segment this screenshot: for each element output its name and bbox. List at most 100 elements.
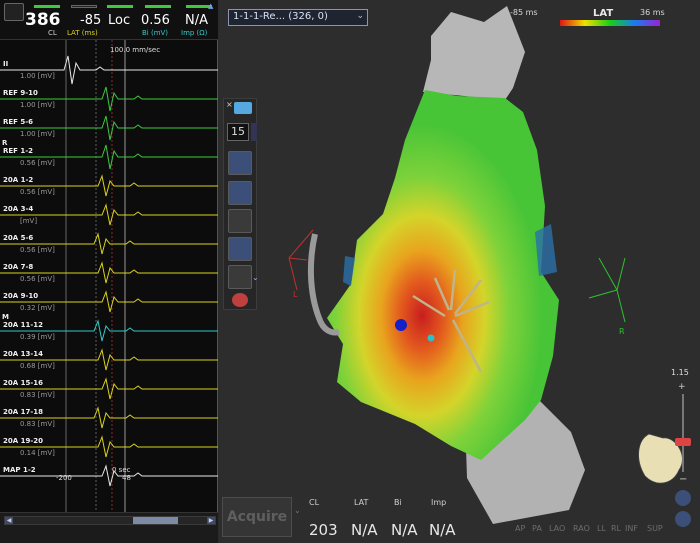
- bi-value: 0.56: [141, 13, 170, 28]
- ecg-channel-label: 20A 19-20: [3, 437, 43, 445]
- lat-value-bottom: N/A: [351, 521, 378, 539]
- point-count-display[interactable]: 15: [227, 123, 249, 141]
- ecg-channel-label: MAP 1-2: [3, 466, 36, 474]
- activation-map-surface: [327, 90, 559, 460]
- ecg-channel-marker: M: [2, 313, 9, 321]
- expand-icon[interactable]: ▲: [208, 2, 213, 10]
- cl-label: CL: [48, 29, 57, 37]
- scroll-right-icon[interactable]: ▶: [207, 517, 215, 524]
- cl-label-bottom: CL: [309, 498, 320, 507]
- zoom-out-icon[interactable]: −: [679, 474, 687, 485]
- time-zero-label: 0 sec: [112, 466, 131, 474]
- ecg-panel: 386 CL -85 LAT (ms) Loc 0.56 Bi (mV) N/A…: [0, 0, 218, 543]
- more-tool-icon[interactable]: [228, 265, 252, 289]
- tick-right-label: 48: [122, 474, 131, 482]
- ecg-channel-label: REF 5-6: [3, 118, 33, 126]
- ecg-scale-label: [mV]: [20, 217, 37, 225]
- loc-value: Loc: [108, 13, 131, 28]
- scrollbar-thumb[interactable]: [133, 517, 178, 524]
- view-button[interactable]: PA: [532, 524, 542, 533]
- map-selector-dropdown[interactable]: 1-1-1-Re... (326, 0) ⌄: [228, 9, 368, 26]
- bi-value-bottom: N/A: [391, 521, 418, 539]
- view-button[interactable]: INF: [625, 524, 638, 533]
- ecg-channel-label: REF 1-2: [3, 147, 33, 155]
- ecg-channel-label: 20A 7-8: [3, 263, 33, 271]
- loc-indicator-bar: [107, 5, 133, 8]
- point-count-stepper[interactable]: [251, 123, 257, 141]
- ecg-channel-marker: R: [2, 139, 8, 147]
- ablation-tool-icon[interactable]: [232, 293, 248, 307]
- ecg-channel-label: REF 9-10: [3, 89, 38, 97]
- ecg-channel-label: 20A 3-4: [3, 205, 33, 213]
- ecg-scroll-area: ◀ ▶: [0, 512, 218, 543]
- view-button[interactable]: LL: [597, 524, 606, 533]
- ecg-channel-label: II: [3, 60, 8, 68]
- imp-value: N/A: [185, 13, 208, 28]
- legend-max-label: 36 ms: [640, 8, 665, 17]
- orientation-left-label: L: [293, 290, 298, 299]
- chevron-down-icon[interactable]: ⌄: [252, 273, 259, 282]
- tag-tool-icon[interactable]: [228, 237, 252, 261]
- ecg-scale-label: 0.83 [mV]: [20, 391, 55, 399]
- anatomy-map[interactable]: L R -85 ms LAT 36 ms: [219, 0, 700, 543]
- cl-indicator-bar: [34, 5, 60, 8]
- right-orientation-axis: [588, 257, 626, 323]
- bi-label: Bi (mV): [142, 29, 169, 37]
- view-button[interactable]: RL: [611, 524, 621, 533]
- bottom-status-bar: Acquire ⌄ CL LAT Bi Imp 203 N/A N/A N/A …: [219, 492, 700, 543]
- zoom-value: 1.15: [671, 368, 689, 377]
- sweep-speed-label: 100.0 mm/sec: [110, 46, 160, 54]
- map-panel: L R -85 ms LAT 36 ms 1-1-1-Re... (326, 0…: [219, 0, 700, 543]
- brush-tool-icon[interactable]: [228, 209, 252, 233]
- ecg-channel-label: 20A 1-2: [3, 176, 33, 184]
- zoom-in-icon[interactable]: +: [678, 382, 686, 392]
- pen-tool-icon[interactable]: [228, 181, 252, 205]
- ecg-scale-label: 1.00 [mV]: [20, 101, 55, 109]
- lat-label-bottom: LAT: [354, 498, 369, 507]
- ecg-scale-label: 0.68 [mV]: [20, 362, 55, 370]
- chevron-down-icon[interactable]: ⌄: [294, 506, 301, 515]
- ecg-scale-label: 0.39 [mV]: [20, 333, 55, 341]
- ecg-scale-label: 0.56 [mV]: [20, 188, 55, 196]
- ecg-scale-label: 0.32 [mV]: [20, 304, 55, 312]
- ecg-channel-label: 20A 17-18: [3, 408, 43, 416]
- chevron-down-icon: ⌄: [356, 11, 364, 21]
- map-side-patch: [535, 224, 557, 276]
- tool-strip: × 15 ⌄: [223, 98, 259, 310]
- ecg-channel-label: 20A 9-10: [3, 292, 38, 300]
- view-button[interactable]: LAO: [549, 524, 565, 533]
- mesh-top-segment: [423, 6, 525, 100]
- scroll-left-icon[interactable]: ◀: [5, 517, 13, 524]
- ecg-scale-label: 0.56 [mV]: [20, 275, 55, 283]
- imp-label-bottom: Imp: [431, 498, 447, 507]
- imp-value-bottom: N/A: [429, 521, 456, 539]
- imp-label: Imp (Ω): [181, 29, 208, 37]
- ecg-scale-label: 0.56 [mV]: [20, 246, 55, 254]
- ecg-scale-label: 1.00 [mV]: [20, 72, 55, 80]
- zoom-slider-track[interactable]: [682, 394, 684, 472]
- ecg-scale-label: 0.14 [mV]: [20, 449, 55, 457]
- ecg-channel-label: 20A 15-16: [3, 379, 43, 387]
- cl-value: 386: [25, 10, 61, 30]
- bi-indicator-bar: [145, 5, 171, 8]
- ablation-point[interactable]: [395, 319, 407, 331]
- bi-label-bottom: Bi: [394, 498, 402, 507]
- view-button[interactable]: SUP: [647, 524, 663, 533]
- grid-tool-icon[interactable]: [228, 151, 252, 175]
- pin-icon[interactable]: [4, 3, 24, 21]
- catheter-tool-icon[interactable]: [234, 102, 252, 114]
- acquire-button[interactable]: Acquire: [222, 497, 292, 537]
- ecg-scale-label: 0.83 [mV]: [20, 420, 55, 428]
- ecg-scale-label: 0.56 [mV]: [20, 159, 55, 167]
- orientation-right-label: R: [619, 327, 625, 336]
- ecg-channel-label: 20A 13-14: [3, 350, 43, 358]
- view-button[interactable]: AP: [515, 524, 525, 533]
- ecg-scale-label: 1.00 [mV]: [20, 130, 55, 138]
- close-icon[interactable]: ×: [226, 100, 233, 109]
- lat-indicator-bar: [71, 5, 97, 8]
- lat-color-scale: [560, 20, 660, 26]
- zoom-slider-thumb[interactable]: [675, 438, 691, 446]
- horizontal-scrollbar[interactable]: ◀ ▶: [4, 516, 216, 525]
- view-button[interactable]: RAO: [573, 524, 590, 533]
- legend-min-label: -85 ms: [510, 8, 538, 17]
